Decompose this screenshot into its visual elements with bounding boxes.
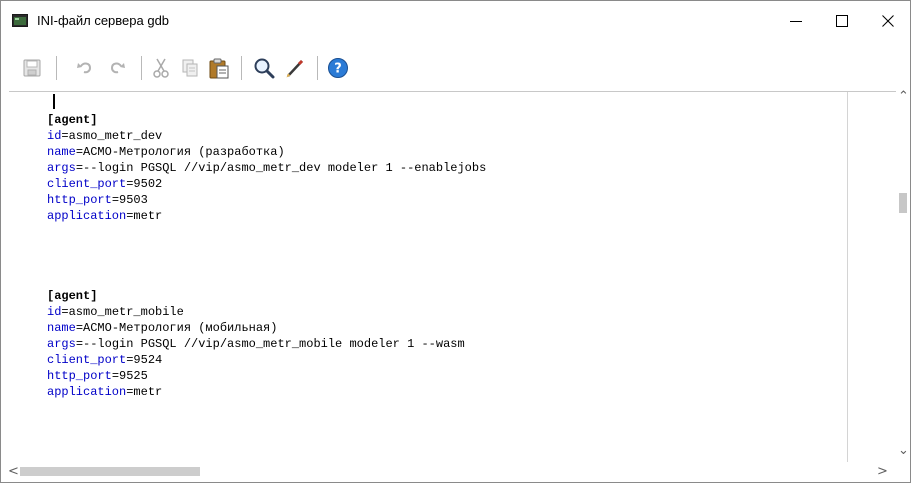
help-icon: ?	[328, 58, 348, 78]
equals-sign: =	[61, 129, 69, 143]
editor-line[interactable]: http_port=9503	[47, 192, 837, 208]
editor-line[interactable]: name=АСМО-Метрология (разработка)	[47, 144, 837, 160]
ini-key: args	[47, 337, 76, 351]
ini-key: client_port	[47, 353, 127, 367]
toolbar-separator	[56, 56, 57, 80]
ini-key: client_port	[47, 177, 127, 191]
help-button[interactable]: ?	[325, 55, 351, 81]
editor-gutter	[9, 92, 23, 463]
editor-line[interactable]: application=metr	[47, 384, 837, 400]
save-icon	[23, 59, 41, 77]
ini-value: metr	[133, 209, 163, 223]
paste-button[interactable]	[206, 55, 232, 81]
scroll-up-arrow-icon[interactable]: ⌃	[898, 89, 909, 104]
title-bar[interactable]: INI-файл сервера gdb	[1, 1, 910, 41]
vertical-scrollbar[interactable]: ⌃ ⌄	[896, 89, 910, 462]
maximize-button[interactable]	[819, 1, 865, 41]
toolbar-separator	[141, 56, 142, 80]
editor-line[interactable]	[47, 240, 837, 256]
toolbar-separator	[241, 56, 242, 80]
find-icon	[254, 58, 275, 79]
editor-line[interactable]: application=metr	[47, 208, 837, 224]
ini-value: 9524	[133, 353, 163, 367]
maximize-icon	[836, 15, 848, 27]
paste-icon	[209, 58, 229, 79]
ini-value: 9503	[119, 193, 148, 207]
editor-line[interactable]: http_port=9525	[47, 368, 837, 384]
equals-sign: =	[111, 369, 120, 383]
cut-icon	[153, 58, 169, 78]
equals-sign: =	[75, 161, 84, 175]
scroll-right-arrow-icon[interactable]: >	[877, 464, 888, 479]
ini-value: 9525	[119, 369, 148, 383]
horizontal-scrollbar[interactable]: < >	[1, 462, 910, 482]
editor-line[interactable]: args=--login PGSQL //vip/asmo_metr_dev m…	[47, 160, 837, 176]
scroll-down-arrow-icon[interactable]: ⌄	[898, 443, 909, 458]
toolbar: ?	[1, 45, 910, 91]
editor-line[interactable]	[47, 256, 837, 272]
scroll-left-arrow-icon[interactable]: <	[8, 464, 19, 479]
editor-content[interactable]: [agent] id=asmo_metr_dev name=АСМО-Метроло…	[47, 96, 837, 400]
undo-icon	[77, 62, 92, 74]
minimize-button[interactable]	[773, 1, 819, 41]
ini-key: name	[47, 321, 76, 335]
ini-key: id	[47, 129, 62, 143]
edit-pencil-icon	[286, 59, 304, 78]
ini-key: name	[47, 145, 76, 159]
ini-value: --login PGSQL //vip/asmo_metr_dev modele…	[83, 161, 487, 175]
ini-value: 9502	[133, 177, 163, 191]
svg-text:?: ?	[334, 62, 342, 77]
ini-value: asmo_metr_mobile	[68, 305, 184, 319]
window-title: INI-файл сервера gdb	[37, 13, 170, 28]
section-header: [agent]	[47, 289, 98, 303]
editor-line[interactable]: client_port=9524	[47, 352, 837, 368]
ini-value: АСМО-Метрология (мобильная)	[83, 321, 278, 335]
editor-line[interactable]: id=asmo_metr_dev	[47, 128, 837, 144]
editor-line[interactable]: [agent]	[47, 112, 837, 128]
editor-line[interactable]	[47, 96, 837, 112]
ini-editor-window: INI-файл сервера gdb ? [agent] id=asmo_m…	[0, 0, 911, 483]
editor-line[interactable]: args=--login PGSQL //vip/asmo_metr_mobil…	[47, 336, 837, 352]
equals-sign: =	[75, 145, 84, 159]
ini-key: application	[47, 385, 127, 399]
minimize-icon	[790, 21, 802, 22]
redo-button[interactable]	[104, 55, 130, 81]
equals-sign: =	[75, 337, 84, 351]
horizontal-scroll-thumb[interactable]	[20, 467, 200, 476]
close-icon	[882, 15, 894, 27]
ini-value: metr	[133, 385, 163, 399]
app-window-icon	[12, 14, 28, 27]
section-header: [agent]	[47, 113, 98, 127]
vertical-scroll-thumb[interactable]	[899, 193, 907, 213]
editor-line[interactable]: [agent]	[47, 288, 837, 304]
toolbar-separator	[317, 56, 318, 80]
edit-button[interactable]	[282, 55, 308, 81]
editor-line[interactable]: name=АСМО-Метрология (мобильная)	[47, 320, 837, 336]
equals-sign: =	[111, 193, 120, 207]
cut-button[interactable]	[148, 55, 174, 81]
undo-button[interactable]	[72, 55, 98, 81]
ini-key: args	[47, 161, 76, 175]
copy-button[interactable]	[177, 55, 203, 81]
ini-key: id	[47, 305, 62, 319]
find-button[interactable]	[251, 55, 277, 81]
editor-line[interactable]	[47, 272, 837, 288]
ini-value: asmo_metr_dev	[68, 129, 163, 143]
copy-icon	[182, 59, 198, 77]
close-button[interactable]	[865, 1, 910, 41]
redo-icon	[110, 62, 125, 74]
save-button[interactable]	[19, 55, 45, 81]
ini-key: application	[47, 209, 127, 223]
ini-value: --login PGSQL //vip/asmo_metr_mobile mod…	[83, 337, 465, 351]
ini-key: http_port	[47, 193, 112, 207]
equals-sign: =	[61, 305, 69, 319]
editor-line[interactable]: client_port=9502	[47, 176, 837, 192]
right-margin-line	[847, 92, 848, 463]
text-editor[interactable]: [agent] id=asmo_metr_dev name=АСМО-Метроло…	[9, 91, 896, 463]
editor-line[interactable]	[47, 224, 837, 240]
ini-value: АСМО-Метрология (разработка)	[83, 145, 285, 159]
editor-line[interactable]: id=asmo_metr_mobile	[47, 304, 837, 320]
ini-key: http_port	[47, 369, 112, 383]
equals-sign: =	[75, 321, 84, 335]
